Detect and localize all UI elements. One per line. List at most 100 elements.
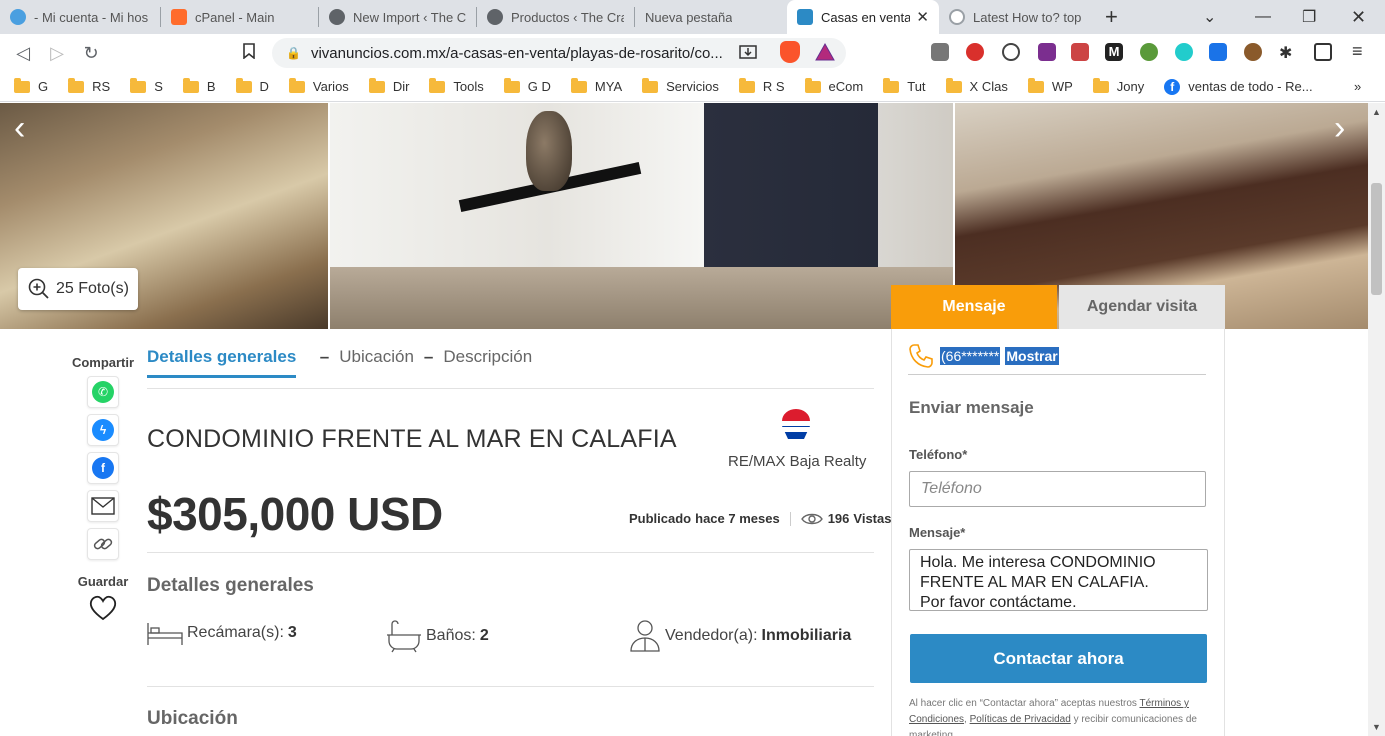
globe-icon (487, 9, 503, 25)
tab-productos[interactable]: Productos ‹ The Cra (477, 0, 634, 34)
minimize-button[interactable]: — (1255, 0, 1271, 34)
cpanel-favicon-icon (171, 9, 187, 25)
bookmarks-bar: G RS S B D Varios Dir Tools G D MYA Serv… (0, 72, 1385, 102)
close-window-button[interactable]: ✕ (1351, 0, 1366, 34)
message-field[interactable]: Hola. Me interesa CONDOMINIO FRENTE AL M… (909, 549, 1208, 611)
tab-cpanel[interactable]: cPanel - Main (161, 0, 318, 34)
brave-rewards-icon[interactable] (815, 42, 835, 61)
view-photos-button[interactable]: 25 Foto(s) (18, 268, 138, 310)
details-heading: Detalles generales (147, 575, 314, 596)
extension-pages-icon[interactable] (931, 43, 949, 61)
share-messenger-button[interactable]: ϟ (87, 414, 119, 446)
bookmark-folder[interactable]: Tut (883, 77, 926, 94)
copy-link-button[interactable] (87, 528, 119, 560)
bookmark-folder[interactable]: WP (1027, 77, 1073, 94)
extension-download-icon[interactable] (1209, 43, 1227, 61)
share-whatsapp-button[interactable]: ✆ (87, 376, 119, 408)
remax-logo[interactable] (778, 407, 814, 443)
folder-icon (883, 77, 900, 93)
back-icon[interactable]: ◁ (6, 43, 40, 64)
contact-now-button[interactable]: Contactar ahora (910, 634, 1207, 683)
reload-icon[interactable]: ↻ (74, 43, 108, 64)
nav-ubicacion[interactable]: Ubicación (339, 347, 414, 367)
tab-casas-en-venta[interactable]: Casas en venta ✕ (787, 0, 939, 34)
views-count: 196 (827, 511, 850, 526)
nav-detalles-generales[interactable]: Detalles generales (147, 347, 297, 378)
bookmark-folder[interactable]: B (182, 77, 216, 94)
send-message-heading: Enviar mensaje (909, 398, 1034, 417)
bookmark-folder[interactable]: S (130, 77, 163, 94)
bookmark-folder[interactable]: Dir (368, 77, 409, 94)
bookmark-folder[interactable]: Varios (288, 77, 349, 94)
share-facebook-button[interactable]: f (87, 452, 119, 484)
gallery-prev-icon[interactable]: ‹ (14, 109, 25, 148)
gallery-next-icon[interactable]: › (1334, 109, 1345, 148)
scrollbar-thumb[interactable] (1371, 183, 1382, 295)
tab-agendar-visita[interactable]: Agendar visita (1059, 285, 1225, 329)
tab-search-chevron-icon[interactable]: ⌄ (1203, 0, 1216, 34)
bookmark-folder[interactable]: Tools (429, 77, 484, 94)
tab-mi-cuenta[interactable]: - Mi cuenta - Mi hos (0, 0, 160, 34)
restore-button[interactable]: ❐ (1302, 0, 1316, 34)
agency-name[interactable]: RE/MAX Baja Realty (728, 453, 866, 470)
page-scrollbar[interactable]: ▲ ▼ (1368, 103, 1385, 736)
extension-green-icon[interactable] (1140, 43, 1158, 61)
folder-icon (14, 77, 30, 93)
cookie-icon[interactable] (1244, 43, 1262, 61)
bookmark-folder[interactable]: MYA (570, 77, 622, 94)
save-heart-button[interactable] (88, 595, 118, 626)
phone-number-masked: (66******* (940, 346, 1001, 365)
scroll-down-icon[interactable]: ▼ (1372, 722, 1381, 732)
legal-notice: Al hacer clic en “Contactar ahora” acept… (909, 698, 1197, 736)
menu-icon[interactable]: ≡ (1352, 42, 1370, 61)
brave-shield-icon[interactable] (780, 41, 800, 63)
folder-icon (182, 77, 199, 93)
tab-mensaje[interactable]: Mensaje (891, 285, 1057, 338)
bookmark-folder[interactable]: Jony (1092, 77, 1144, 94)
link-icon (93, 538, 113, 550)
bookmark-folder[interactable]: eCom (804, 77, 863, 94)
address-bar[interactable]: 🔒 vivanuncios.com.mx/a-casas-en-venta/pl… (272, 38, 846, 68)
privacy-link[interactable]: Políticas de Privacidad (970, 714, 1071, 725)
scroll-up-icon[interactable]: ▲ (1372, 107, 1381, 117)
section-nav: Detalles generales – – Ubicación – Descr… (147, 347, 532, 378)
show-phone-button[interactable]: Mostrar (1005, 346, 1059, 365)
bookmark-folder[interactable]: Servicios (642, 77, 719, 94)
share-column: Compartir ✆ ϟ f Guardar (56, 355, 150, 626)
bookmark-folder[interactable]: G D (503, 77, 551, 94)
nav-descripcion[interactable]: Descripción (443, 347, 532, 367)
tab-new-import[interactable]: New Import ‹ The Cr (319, 0, 476, 34)
folder-icon (130, 77, 147, 93)
bookmark-icon[interactable] (232, 42, 266, 64)
bookmark-facebook[interactable]: f ventas de todo - Re... (1164, 78, 1313, 95)
phone-icon (909, 343, 933, 368)
close-tab-icon[interactable]: ✕ (910, 8, 929, 26)
gallery-photo-entrance[interactable] (329, 103, 953, 329)
tab-latest-how-to[interactable]: Latest How to? topi (939, 0, 1091, 34)
phone-field[interactable]: Teléfono (909, 471, 1206, 507)
views-label: Vistas (853, 511, 892, 526)
extension-chat-icon[interactable] (1002, 43, 1020, 61)
bookmark-folder[interactable]: RS (68, 77, 110, 94)
install-app-icon[interactable] (738, 42, 758, 62)
extension-m-icon[interactable]: M (1105, 43, 1123, 61)
wallet-icon[interactable] (1314, 43, 1332, 61)
tab-nueva-pestana[interactable]: Nueva pestaña (635, 0, 787, 34)
feature-seller: Vendedor(a): Inmobiliaria (629, 619, 851, 653)
extensions-puzzle-icon[interactable]: ✱ (1279, 43, 1297, 62)
share-email-button[interactable] (87, 490, 119, 522)
extension-s-icon[interactable] (966, 43, 984, 61)
save-label: Guardar (77, 574, 129, 589)
bookmark-folder[interactable]: X Clas (945, 77, 1008, 94)
contact-tabs: Mensaje Agendar visita (891, 285, 1225, 338)
bookmark-folder[interactable]: D (235, 77, 269, 94)
extension-purple-icon[interactable] (1038, 43, 1056, 61)
forward-icon[interactable]: ▷ (40, 43, 74, 64)
extension-globe-icon[interactable] (1175, 43, 1193, 61)
extension-screen-icon[interactable] (1071, 43, 1089, 61)
bookmark-folder[interactable]: G (14, 77, 48, 94)
folder-icon (1027, 77, 1044, 93)
bookmarks-overflow-button[interactable]: » (1354, 79, 1361, 94)
new-tab-button[interactable]: + (1091, 0, 1132, 34)
bookmark-folder[interactable]: R S (738, 77, 785, 94)
